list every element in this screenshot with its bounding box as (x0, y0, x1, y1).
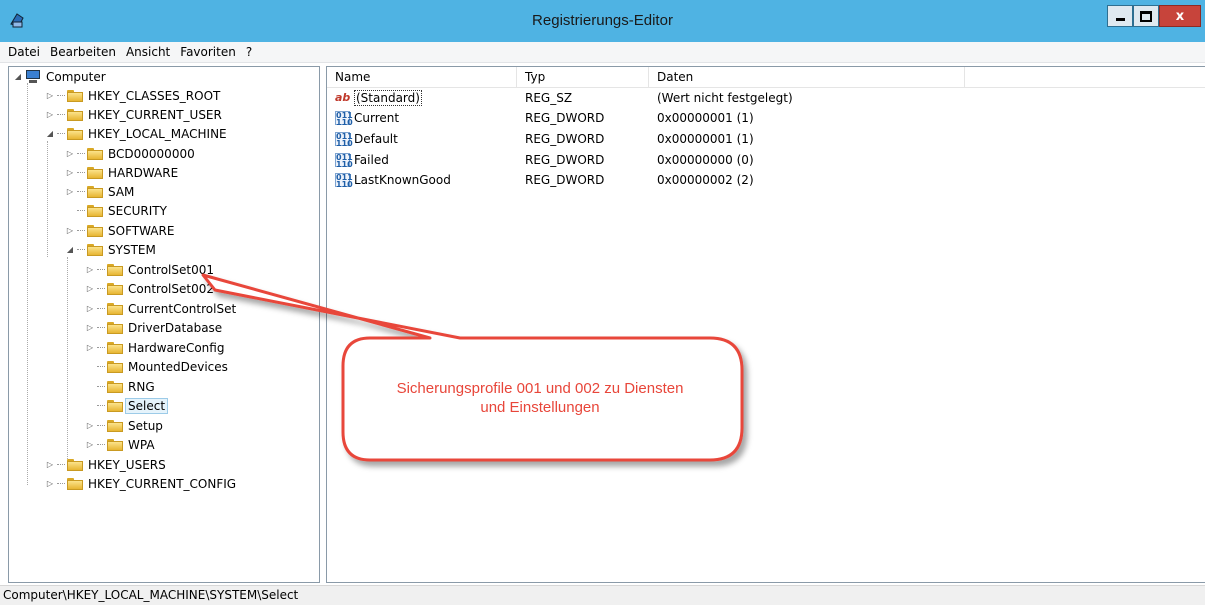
status-bar: Computer\HKEY_LOCAL_MACHINE\SYSTEM\Selec… (0, 585, 1205, 605)
annotation-callout (201, 273, 744, 462)
annotation-text: Sicherungsprofile 001 und 002 zu Dienste… (396, 380, 684, 416)
